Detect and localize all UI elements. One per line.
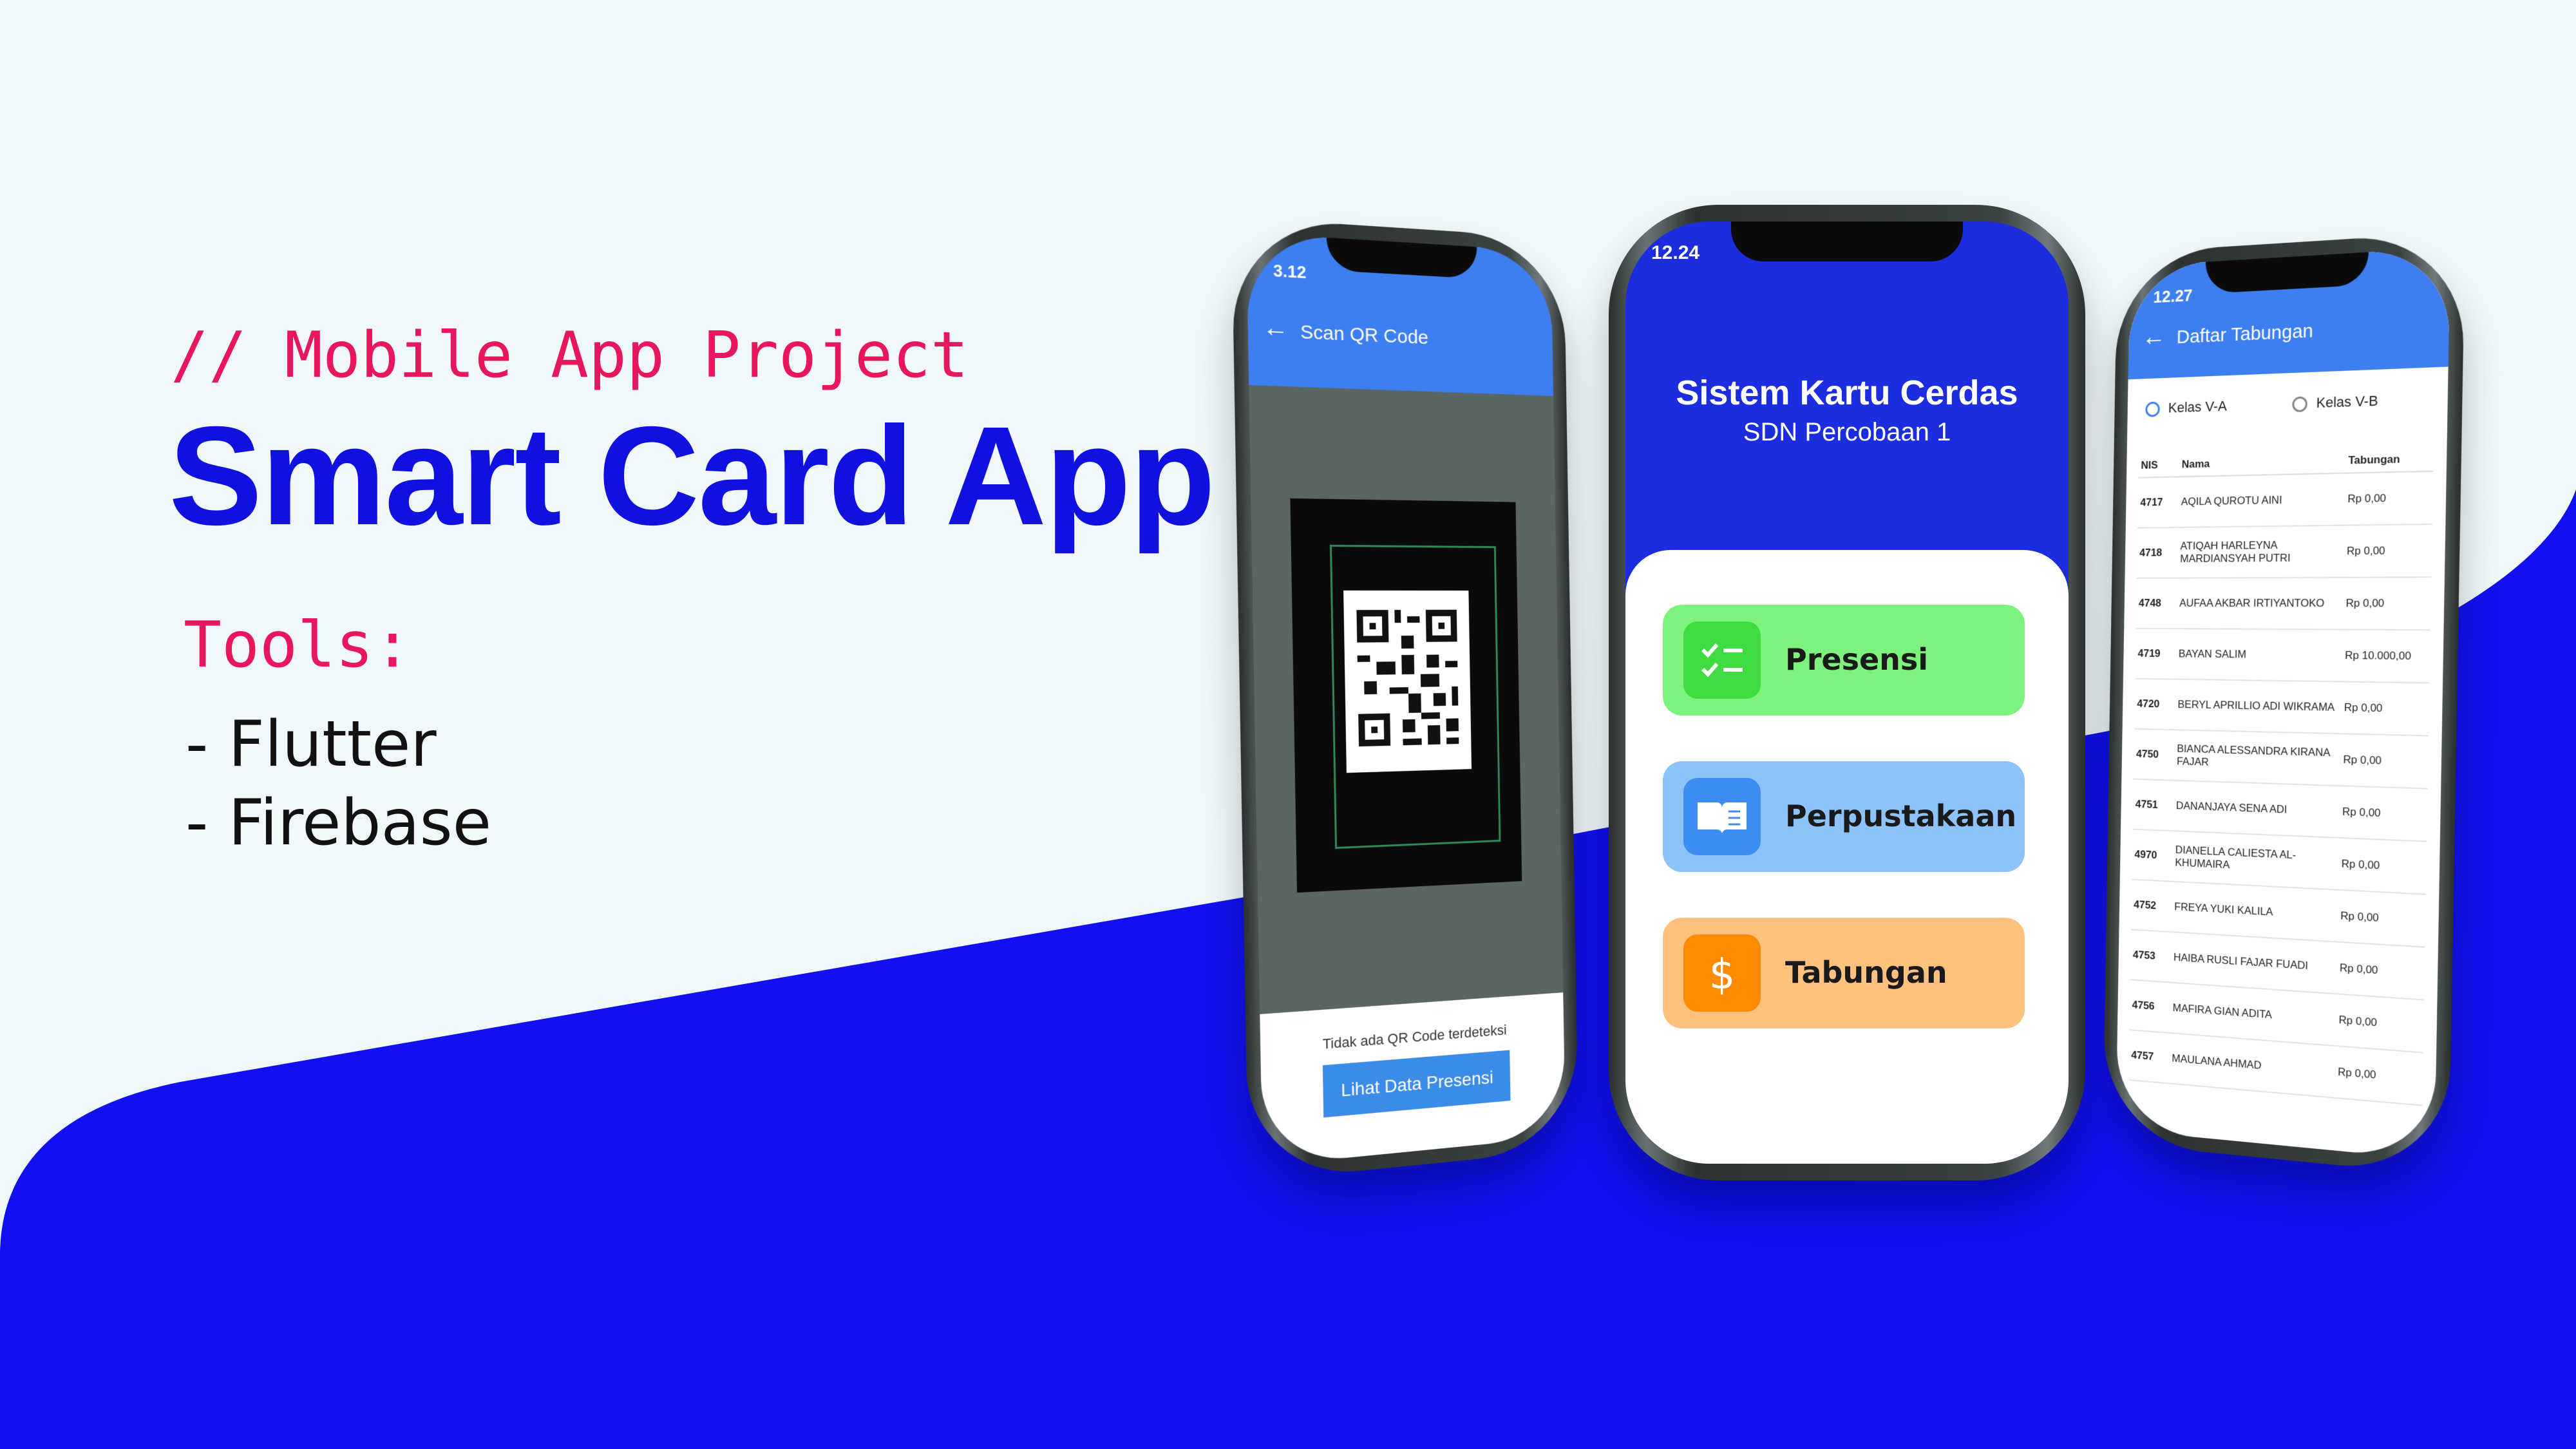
savings-table: NIS Nama Tabungan 4717 AQILA QUROTU AINI R…	[2128, 446, 2434, 1106]
phone-scan-qr: 3.12 ← Scan QR Code Tidak ada QR Code te…	[1231, 216, 1579, 1182]
status-time: 12.24	[1651, 242, 1700, 263]
tools-list: - Flutter - Firebase	[185, 705, 491, 862]
cell-tabungan: Rp 0,00	[2338, 837, 2427, 895]
page-title: Smart Card App	[169, 398, 1215, 554]
column-header: Nama	[2179, 449, 2346, 477]
scan-message: Tidak ada QR Code terdeteksi	[1322, 1021, 1507, 1052]
cell-nama: ATIQAH HARLEYNA MARDIANSYAH PUTRI	[2177, 525, 2345, 578]
cell-tabungan: Rp 0,00	[2339, 786, 2428, 842]
tool-item-firebase: - Firebase	[185, 786, 492, 860]
scan-screen: 3.12 ← Scan QR Code Tidak ada QR Code te…	[1246, 232, 1566, 1166]
status-time: 3.12	[1273, 260, 1307, 283]
cell-nis: 4970	[2132, 829, 2174, 882]
cell-nama: DANANJAYA SENA ADI	[2173, 780, 2340, 838]
cell-nis: 4718	[2136, 527, 2179, 578]
column-header: NIS	[2138, 453, 2180, 478]
scan-footer: Tidak ada QR Code terdeteksi Lihat Data …	[1260, 992, 1566, 1166]
cell-tabungan: Rp 0,00	[2335, 994, 2425, 1053]
cell-nama: AUFAA AKBAR IRTIYANTOKO	[2176, 577, 2344, 630]
home-screen: 12.24 Sistem Kartu Cerdas SDN Percobaan …	[1625, 222, 2069, 1164]
table-row[interactable]: 4717 AQILA QUROTU AINI Rp 0,00	[2137, 471, 2434, 528]
column-header: Tabungan	[2345, 446, 2434, 473]
svg-text:$: $	[1709, 951, 1736, 999]
cell-nama: BERYL APRILLIO ADI WIKRAMA	[2175, 679, 2342, 734]
view-presence-button[interactable]: Lihat Data Presensi	[1322, 1050, 1511, 1118]
radio-unselected-icon	[2292, 396, 2308, 413]
cell-nis: 4753	[2130, 929, 2172, 983]
menu-perpustakaan-button[interactable]: Perpustakaan	[1663, 761, 2025, 872]
app-title: Sistem Kartu Cerdas	[1676, 374, 2018, 412]
cell-nis: 4752	[2130, 879, 2173, 933]
tool-item-flutter: - Flutter	[185, 708, 437, 781]
radio-label: Kelas V-A	[2168, 397, 2228, 416]
cell-tabungan: Rp 0,00	[2340, 734, 2429, 789]
cell-nama: BIANCA ALESSANDRA KIRANA FAJAR	[2174, 730, 2342, 786]
menu-panel: Presensi Perpustakaan $ Tabungan	[1625, 550, 2069, 1164]
cell-nis: 4751	[2132, 779, 2174, 831]
tools-heading: Tools:	[184, 609, 412, 682]
app-subtitle: SDN Percobaan 1	[1743, 418, 1951, 446]
cell-nis: 4717	[2137, 477, 2179, 528]
cell-nama: DIANELLA CALIESTA AL-KHUMAIRA	[2172, 831, 2340, 890]
checklist-icon	[1683, 621, 1761, 699]
table-row[interactable]: 4719 BAYAN SALIM Rp 10.000,00	[2135, 628, 2431, 683]
phone-notch	[1731, 222, 1963, 261]
tagline: // Mobile App Project	[171, 319, 969, 392]
table-row[interactable]: 4720 BERYL APRILLIO ADI WIKRAMA Rp 0,00	[2134, 678, 2430, 736]
cell-nis: 4748	[2136, 578, 2178, 629]
cell-tabungan: Rp 0,00	[2343, 577, 2432, 630]
cell-nama: AQILA QUROTU AINI	[2178, 473, 2346, 527]
radio-kelas-vb[interactable]: Kelas V-B	[2292, 392, 2378, 413]
menu-label: Perpustakaan	[1785, 799, 2017, 833]
cell-tabungan: Rp 0,00	[2341, 681, 2430, 736]
table-row[interactable]: 4748 AUFAA AKBAR IRTIYANTOKO Rp 0,00	[2136, 577, 2432, 630]
radio-label: Kelas V-B	[2316, 392, 2378, 411]
table-row[interactable]: 4718 ATIQAH HARLEYNA MARDIANSYAH PUTRI Rp …	[2136, 524, 2432, 578]
radio-kelas-va[interactable]: Kelas V-A	[2145, 398, 2227, 417]
menu-label: Tabungan	[1785, 955, 1947, 990]
radio-selected-icon	[2145, 401, 2160, 417]
phone-savings-list: 12.27 ← Daftar Tabungan Kelas V-A Kelas …	[2102, 231, 2466, 1177]
back-arrow-icon[interactable]: ←	[2142, 323, 2166, 352]
status-time: 12.27	[2153, 285, 2193, 307]
back-arrow-icon[interactable]: ←	[1262, 313, 1289, 344]
cell-nama: FREYA YUKI KALILA	[2171, 881, 2339, 942]
phone-home: 12.24 Sistem Kartu Cerdas SDN Percobaan …	[1609, 205, 2085, 1180]
savings-screen: 12.27 ← Daftar Tabungan Kelas V-A Kelas …	[2116, 247, 2450, 1160]
cell-tabungan: Rp 0,00	[2336, 942, 2425, 1000]
cell-nis: 4750	[2133, 728, 2175, 781]
cell-tabungan: Rp 10.000,00	[2342, 629, 2431, 683]
cell-tabungan: Rp 0,00	[2334, 1046, 2423, 1106]
menu-tabungan-button[interactable]: $ Tabungan	[1663, 918, 2025, 1028]
cell-tabungan: Rp 0,00	[2344, 524, 2432, 578]
cell-nis: 4757	[2128, 1030, 2170, 1084]
dollar-icon: $	[1683, 934, 1761, 1012]
cell-nis: 4719	[2135, 628, 2177, 679]
cell-tabungan: Rp 0,00	[2337, 889, 2426, 947]
cell-nama: BAYAN SALIM	[2175, 629, 2344, 682]
cell-tabungan: Rp 0,00	[2344, 471, 2434, 526]
cell-nis: 4756	[2129, 980, 2171, 1033]
book-icon	[1683, 778, 1761, 855]
qr-code-icon	[1343, 590, 1472, 773]
cell-nis: 4720	[2134, 678, 2176, 730]
menu-presensi-button[interactable]: Presensi	[1663, 605, 2025, 715]
table-row[interactable]: 4750 BIANCA ALESSANDRA KIRANA FAJAR Rp 0,0…	[2133, 728, 2429, 789]
menu-label: Presensi	[1785, 642, 1929, 677]
